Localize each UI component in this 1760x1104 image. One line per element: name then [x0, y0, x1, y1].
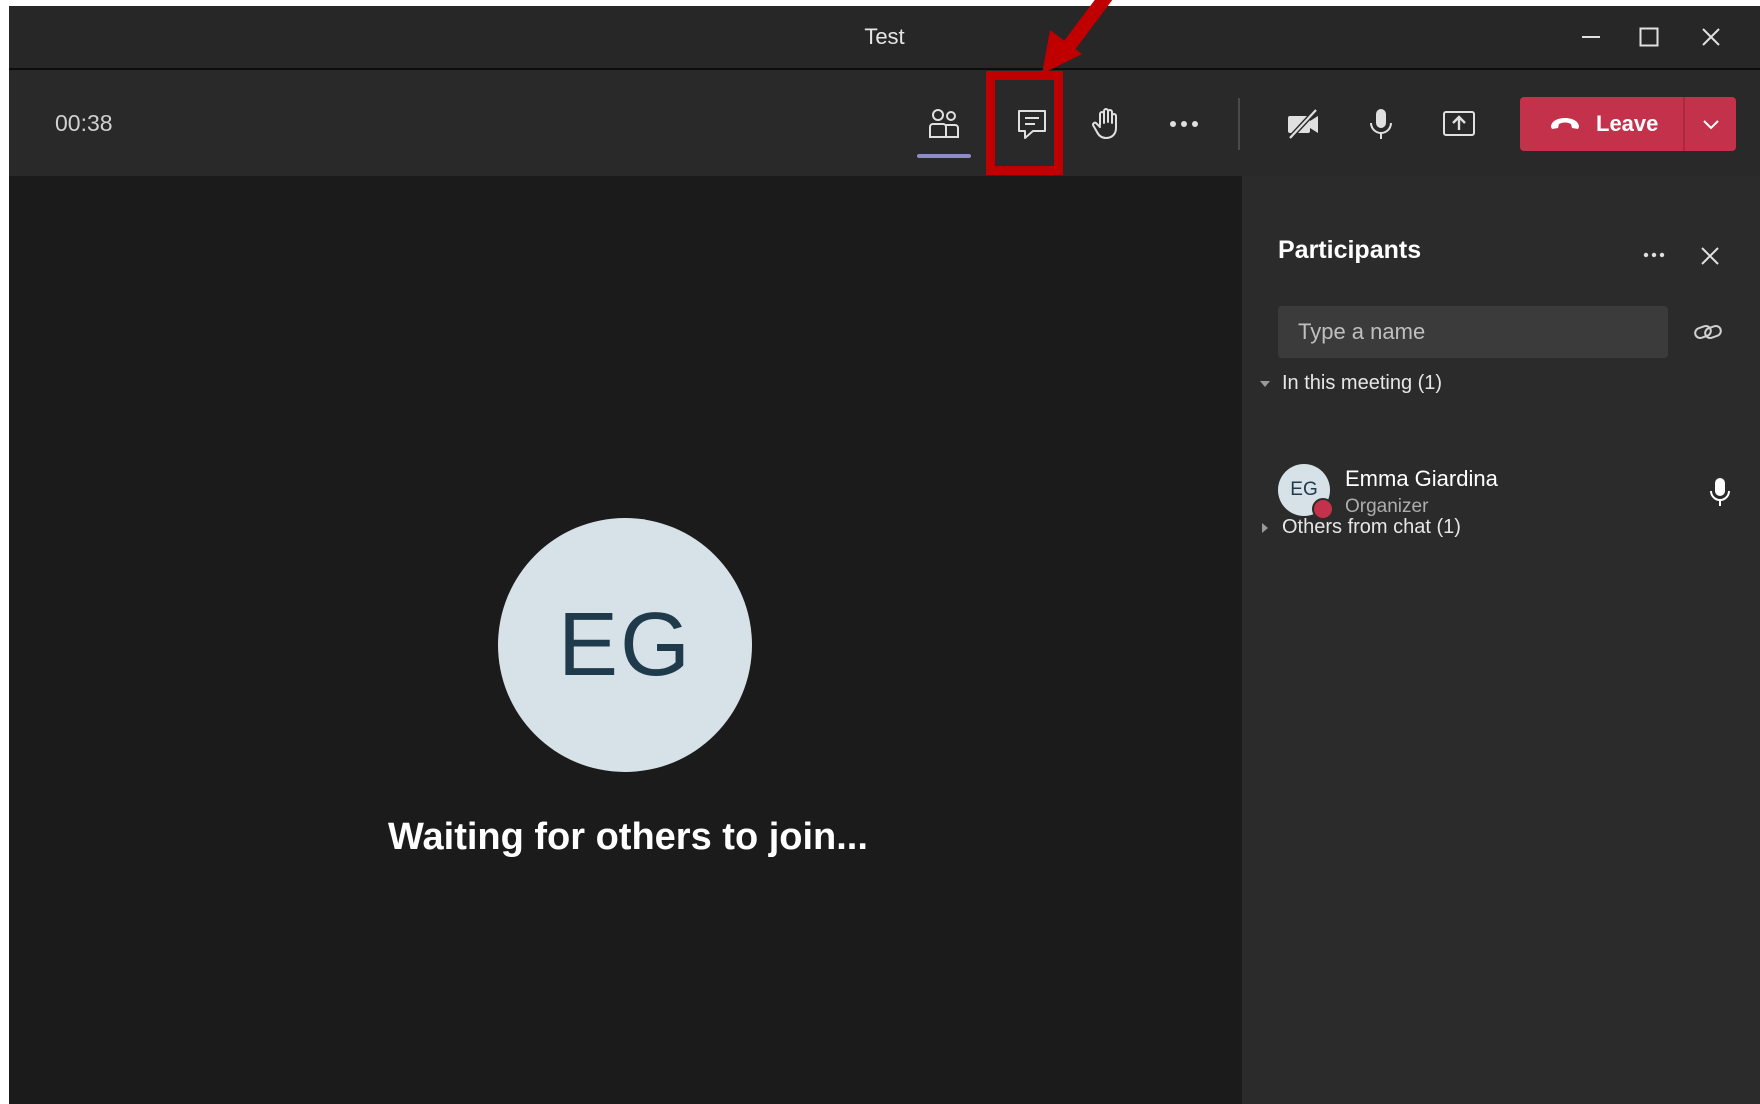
active-tab-indicator	[917, 154, 971, 158]
leave-label: Leave	[1596, 111, 1659, 136]
leave-button[interactable]: Leave	[1520, 97, 1683, 151]
minimize-icon	[1582, 36, 1600, 38]
self-avatar-large: EG	[498, 518, 752, 772]
section-in-meeting[interactable]: In this meeting (1)	[1258, 372, 1442, 395]
participant-role: Organizer	[1345, 496, 1429, 517]
share-content-button[interactable]	[1427, 92, 1491, 156]
maximize-button[interactable]	[1617, 6, 1681, 68]
minimize-button[interactable]	[1559, 6, 1623, 68]
raise-hand-icon	[1092, 108, 1117, 139]
annotation-highlight-box	[986, 71, 1063, 175]
microphone-toggle-button[interactable]	[1349, 92, 1413, 156]
hang-up-icon	[1551, 118, 1579, 129]
section-others-from-chat[interactable]: Others from chat (1)	[1258, 516, 1461, 539]
participants-icon	[929, 109, 959, 138]
maximize-icon	[1639, 27, 1659, 47]
participant-name: Emma Giardina	[1345, 466, 1498, 491]
caret-down-icon	[1260, 380, 1270, 387]
section-in-meeting-label: In this meeting (1)	[1282, 372, 1443, 394]
panel-close-button[interactable]	[1692, 238, 1728, 274]
participants-panel: Participants In this meeting (1) EG Emm	[1242, 176, 1760, 1104]
toolbar-divider	[1238, 98, 1240, 150]
raise-hand-button[interactable]	[1075, 92, 1139, 156]
link-icon[interactable]	[1692, 316, 1724, 348]
meeting-timer: 00:38	[55, 110, 113, 136]
close-icon	[1701, 247, 1719, 265]
leave-button-group: Leave	[1520, 97, 1736, 151]
meeting-toolbar: 00:38 Leave	[9, 70, 1760, 176]
teams-meeting-window: Test 00:38 Leave EG Waiting for others t…	[9, 6, 1760, 1104]
camera-toggle-button[interactable]	[1271, 92, 1335, 156]
panel-title: Participants	[1278, 236, 1422, 264]
camera-off-icon	[1288, 108, 1318, 140]
chevron-down-icon	[1702, 120, 1719, 130]
share-screen-icon	[1443, 111, 1475, 136]
self-avatar-initials: EG	[557, 594, 693, 695]
window-title: Test	[864, 24, 905, 49]
more-actions-button[interactable]	[1152, 92, 1216, 156]
waiting-message: Waiting for others to join...	[388, 816, 868, 858]
meeting-stage: EG Waiting for others to join...	[9, 176, 1236, 1104]
annotation-arrow-icon	[1042, 0, 1113, 74]
microphone-icon	[1370, 109, 1392, 139]
avatar-initials: EG	[1290, 479, 1318, 500]
close-icon	[1702, 28, 1720, 46]
more-icon	[1643, 252, 1665, 258]
caret-right-icon	[1262, 522, 1268, 533]
panel-more-options-button[interactable]	[1634, 238, 1674, 272]
close-window-button[interactable]	[1679, 6, 1743, 68]
microphone-icon	[1710, 478, 1730, 506]
leave-options-button[interactable]	[1685, 97, 1736, 151]
title-bar: Test	[9, 6, 1760, 70]
section-others-label: Others from chat (1)	[1282, 516, 1461, 538]
more-icon	[1170, 121, 1198, 127]
show-participants-button[interactable]	[912, 92, 976, 156]
participant-row[interactable]: EG Emma Giardina Organizer	[1278, 464, 1734, 520]
participant-search-input[interactable]	[1278, 306, 1668, 358]
